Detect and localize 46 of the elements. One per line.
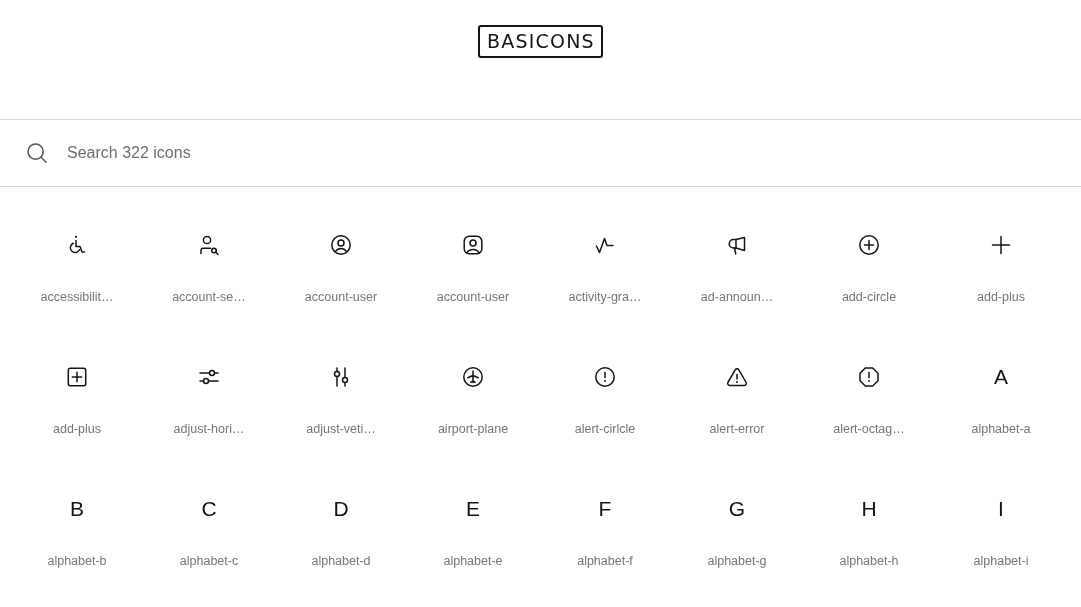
- user-square-icon: [461, 233, 485, 257]
- icon-tile[interactable]: activity-gra…: [539, 203, 671, 335]
- icon-tile[interactable]: add-plus: [11, 335, 143, 467]
- icon-tile[interactable]: ad-announ…: [671, 203, 803, 335]
- logo[interactable]: BASICONS: [478, 25, 603, 58]
- icon-tile[interactable]: G alphabet-g: [671, 467, 803, 599]
- icon-tile[interactable]: E alphabet-e: [407, 467, 539, 599]
- icon-tile[interactable]: A alphabet-a: [935, 335, 1067, 467]
- alert-circle-icon: [593, 365, 617, 389]
- icon-tile[interactable]: C alphabet-c: [143, 467, 275, 599]
- letter-icon: E: [466, 497, 480, 521]
- icon-tile[interactable]: I alphabet-i: [935, 467, 1067, 599]
- icon-tile[interactable]: account-se…: [143, 203, 275, 335]
- alert-octagon-icon: [857, 365, 881, 389]
- warning-triangle-icon: [725, 365, 749, 389]
- icon-tile[interactable]: alert-cirlcle: [539, 335, 671, 467]
- letter-icon: B: [70, 497, 84, 521]
- search-icon: [27, 143, 47, 163]
- icon-tile[interactable]: account-user: [407, 203, 539, 335]
- icon-tile[interactable]: adjust-veti…: [275, 335, 407, 467]
- letter-icon: D: [333, 497, 349, 521]
- icon-tile[interactable]: alert-octag…: [803, 335, 935, 467]
- letter-icon: I: [998, 497, 1004, 521]
- icon-tile[interactable]: alert-error: [671, 335, 803, 467]
- icon-tile[interactable]: adjust-hori…: [143, 335, 275, 467]
- icon-tile[interactable]: H alphabet-h: [803, 467, 935, 599]
- plus-square-icon: [65, 365, 89, 389]
- user-search-icon: [197, 233, 221, 257]
- icon-tile[interactable]: add-circle: [803, 203, 935, 335]
- icon-tile[interactable]: airport-plane: [407, 335, 539, 467]
- icon-tile[interactable]: account-user: [275, 203, 407, 335]
- icon-tile[interactable]: D alphabet-d: [275, 467, 407, 599]
- icon-tile[interactable]: accessibilit…: [11, 203, 143, 335]
- letter-icon: C: [201, 497, 217, 521]
- icon-tile[interactable]: add-plus: [935, 203, 1067, 335]
- letter-icon: G: [728, 497, 746, 521]
- user-circle-icon: [329, 233, 353, 257]
- plus-icon: [989, 233, 1013, 257]
- icon-tile[interactable]: F alphabet-f: [539, 467, 671, 599]
- letter-icon: A: [994, 365, 1008, 389]
- letter-icon: F: [598, 497, 612, 521]
- letter-icon: H: [861, 497, 877, 521]
- icon-tile[interactable]: B alphabet-b: [11, 467, 143, 599]
- plane-circle-icon: [461, 365, 485, 389]
- plus-circle-icon: [857, 233, 881, 257]
- search-field[interactable]: Search 322 icons: [67, 135, 1061, 171]
